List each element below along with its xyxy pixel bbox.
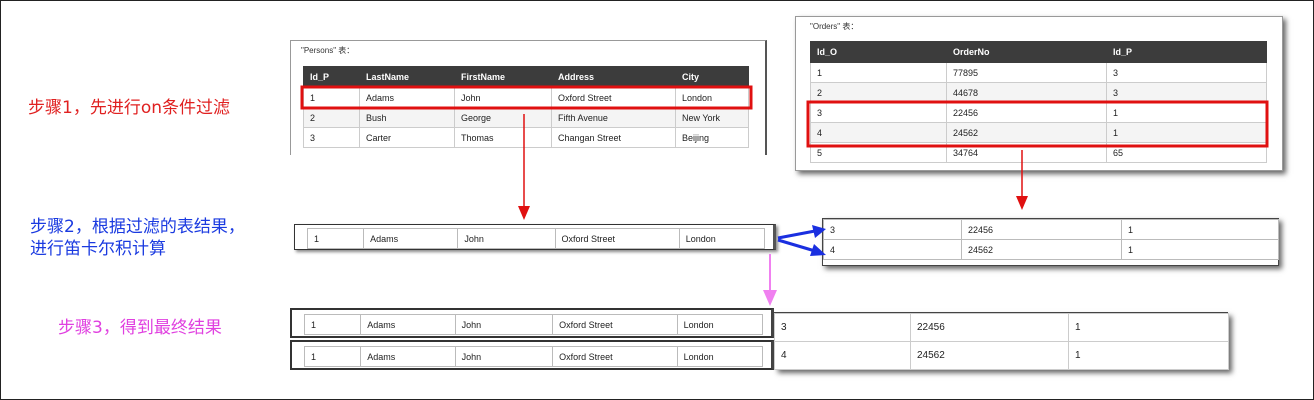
persons-highlight-box: [300, 85, 753, 110]
orders-highlight-box: [806, 100, 1269, 148]
annotation-overlay: [300, 85, 1269, 306]
red-arrow-down-icon: [1016, 150, 1028, 210]
pink-arrow-down-icon: [763, 254, 777, 306]
blue-double-arrow-icon: [777, 225, 826, 256]
red-arrow-down-icon: [518, 114, 530, 220]
